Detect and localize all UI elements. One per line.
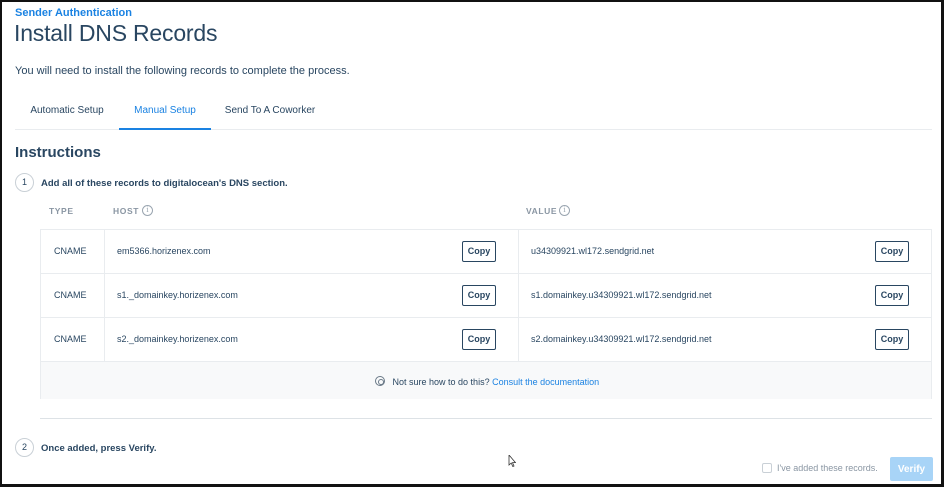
record-type: CNAME [54, 290, 87, 300]
record-type: CNAME [54, 334, 87, 344]
documentation-link[interactable]: Consult the documentation [492, 377, 599, 387]
column-divider [518, 230, 519, 274]
record-host: s2._domainkey.horizenex.com [117, 334, 238, 344]
help-text: Not sure how to do this? [392, 377, 490, 387]
column-divider [518, 318, 519, 362]
column-header-value: VALUE [526, 206, 558, 216]
copy-value-button[interactable]: Copy [875, 329, 909, 350]
copy-host-button[interactable]: Copy [462, 285, 496, 306]
help-lifebuoy-icon [375, 376, 385, 386]
column-divider [104, 274, 105, 318]
column-divider [104, 318, 105, 362]
mouse-cursor-icon [508, 455, 516, 467]
instructions-title: Instructions [15, 144, 101, 161]
record-type: CNAME [54, 246, 87, 256]
record-value: s2.domainkey.u34309921.wl172.sendgrid.ne… [531, 334, 712, 344]
record-value: u34309921.wl172.sendgrid.net [531, 246, 655, 256]
value-info-icon[interactable]: i [559, 205, 570, 216]
setup-tabs: Automatic Setup Manual Setup Send To A C… [15, 99, 932, 130]
column-divider [518, 274, 519, 318]
verify-button[interactable]: Verify [890, 457, 933, 481]
table-row: CNAME s2._domainkey.horizenex.com Copy s… [41, 318, 931, 362]
dns-records-table: CNAME em5366.horizenex.com Copy u3430992… [40, 229, 932, 399]
tab-send-to-coworker[interactable]: Send To A Coworker [211, 99, 329, 130]
records-added-label[interactable]: I've added these records. [777, 463, 878, 473]
column-header-host: HOST [113, 206, 140, 216]
host-info-icon[interactable]: i [142, 205, 153, 216]
step-1-number: 1 [15, 173, 34, 192]
table-row: CNAME s1._domainkey.horizenex.com Copy s… [41, 274, 931, 318]
copy-host-button[interactable]: Copy [462, 329, 496, 350]
copy-value-button[interactable]: Copy [875, 285, 909, 306]
intro-text: You will need to install the following r… [15, 65, 350, 77]
breadcrumb[interactable]: Sender Authentication [15, 7, 132, 19]
column-divider [104, 230, 105, 274]
step-1-text: Add all of these records to digitalocean… [41, 178, 288, 189]
record-value: s1.domainkey.u34309921.wl172.sendgrid.ne… [531, 290, 712, 300]
records-added-checkbox[interactable] [762, 463, 772, 473]
tab-manual-setup[interactable]: Manual Setup [119, 99, 211, 130]
column-header-type: TYPE [49, 206, 74, 216]
record-host: em5366.horizenex.com [117, 246, 211, 256]
step-2-number: 2 [15, 438, 34, 457]
tab-automatic-setup[interactable]: Automatic Setup [15, 99, 119, 130]
page-title: Install DNS Records [14, 20, 218, 46]
help-footer: Not sure how to do this? Consult the doc… [41, 362, 931, 399]
copy-host-button[interactable]: Copy [462, 241, 496, 262]
step-2-text: Once added, press Verify. [41, 443, 157, 454]
record-host: s1._domainkey.horizenex.com [117, 290, 238, 300]
copy-value-button[interactable]: Copy [875, 241, 909, 262]
section-divider [40, 418, 932, 419]
table-row: CNAME em5366.horizenex.com Copy u3430992… [41, 230, 931, 274]
